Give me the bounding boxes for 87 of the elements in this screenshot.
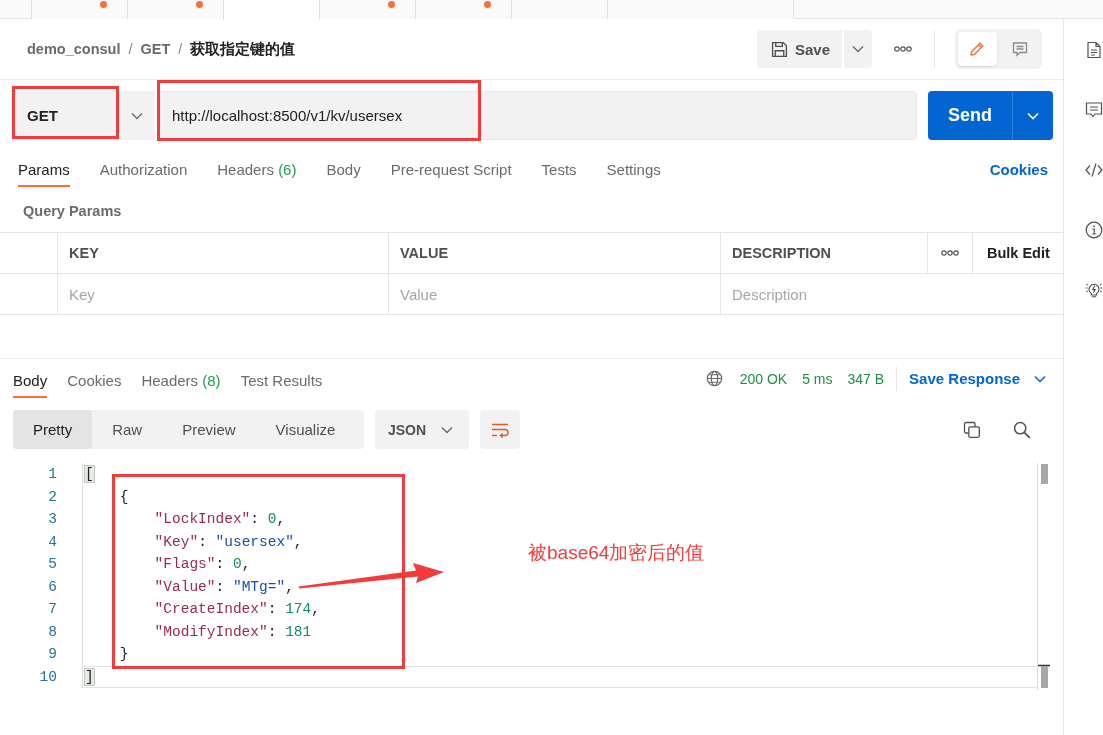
request-section-tab[interactable]: Tests xyxy=(541,161,577,187)
response-tab[interactable]: Body xyxy=(13,372,48,398)
info-icon[interactable] xyxy=(1085,221,1103,239)
request-tab[interactable] xyxy=(319,0,415,19)
save-response-button[interactable]: Save Response xyxy=(909,370,1046,387)
column-header: VALUE xyxy=(389,233,721,274)
send-button[interactable]: Send xyxy=(928,91,1012,140)
view-mode-tab[interactable]: Visualize xyxy=(255,410,356,449)
line-number: 9 xyxy=(0,643,83,666)
breadcrumb-separator: / xyxy=(128,41,133,57)
breadcrumb-item[interactable]: 获取指定键的值 xyxy=(190,39,296,59)
chevron-down-icon xyxy=(1027,111,1039,120)
code-line: "LockIndex": 0, xyxy=(154,510,286,529)
response-tab[interactable]: Cookies xyxy=(67,372,122,398)
line-number: 6 xyxy=(0,575,83,598)
url-field[interactable]: http://localhost:8500/v1/kv/usersex xyxy=(157,91,917,140)
line-number: 7 xyxy=(0,598,83,621)
cookies-link[interactable]: Cookies xyxy=(989,161,1048,187)
request-tab[interactable] xyxy=(31,0,127,19)
code-line: "Flags": 0, xyxy=(154,555,251,574)
chevron-down-icon xyxy=(441,425,453,434)
comment-icon xyxy=(1011,41,1028,57)
more-icon[interactable] xyxy=(894,46,912,52)
code-line: "CreateIndex": 174, xyxy=(154,600,320,619)
line-number: 4 xyxy=(0,530,83,553)
request-section-tab[interactable]: Body xyxy=(326,161,361,187)
line-number: 3 xyxy=(0,508,83,531)
chevron-down-icon xyxy=(852,45,864,53)
format-dropdown[interactable]: JSON xyxy=(375,410,469,449)
copy-icon[interactable] xyxy=(963,420,981,439)
line-number: 2 xyxy=(0,485,83,508)
column-header: KEY xyxy=(58,233,389,274)
pencil-icon xyxy=(969,41,986,57)
breadcrumb-separator: / xyxy=(178,41,183,57)
response-size: 347 B xyxy=(847,370,885,387)
value-field[interactable]: Value xyxy=(389,274,721,315)
code-icon[interactable] xyxy=(1085,161,1103,179)
chevron-down-icon xyxy=(131,111,143,120)
code-line: "Value": "MTg=", xyxy=(154,577,294,597)
line-number: 8 xyxy=(0,620,83,643)
status-dot-icon xyxy=(388,1,395,8)
globe-icon xyxy=(705,370,723,387)
comment-icon[interactable] xyxy=(1085,101,1103,119)
view-mode-tab[interactable]: Raw xyxy=(92,410,163,449)
request-section-tab[interactable]: Settings xyxy=(606,161,661,187)
section-title: Query Params xyxy=(23,203,122,219)
request-tab[interactable] xyxy=(415,0,511,19)
method-select[interactable]: GET xyxy=(12,91,155,140)
breadcrumb-item[interactable]: demo_consul xyxy=(27,41,121,57)
view-mode-tab[interactable]: Pretty xyxy=(13,410,93,449)
request-section-tab[interactable]: Headers (6) xyxy=(217,161,297,187)
bulk-edit-button[interactable]: Bulk Edit xyxy=(987,245,1050,261)
column-header: DESCRIPTION xyxy=(721,233,928,274)
code-line: { xyxy=(119,487,129,507)
request-section-tab[interactable]: Params xyxy=(18,161,70,187)
status-code: 200 OK xyxy=(739,370,788,387)
breadcrumb-item[interactable]: GET xyxy=(140,41,171,57)
request-section-tab[interactable]: Authorization xyxy=(99,161,188,187)
line-number: 5 xyxy=(0,553,83,576)
code-line: } xyxy=(119,645,129,664)
response-tab[interactable]: Test Results xyxy=(240,372,323,398)
status-dot-icon xyxy=(484,1,491,8)
scrollbar[interactable] xyxy=(1037,463,1050,690)
response-tab[interactable]: Headers (8) xyxy=(141,372,221,398)
key-field[interactable]: Key xyxy=(58,274,389,315)
table-cell xyxy=(0,274,58,315)
status-dot-icon xyxy=(196,1,203,8)
view-mode-tab[interactable]: Preview xyxy=(162,410,256,449)
request-section-tab[interactable]: Pre-request Script xyxy=(390,161,512,187)
request-tab[interactable] xyxy=(127,0,223,19)
document-icon[interactable] xyxy=(1085,41,1103,59)
floppy-disk-icon xyxy=(771,40,788,58)
response-time: 5 ms xyxy=(802,370,833,387)
search-icon[interactable] xyxy=(1013,420,1031,439)
lightbulb-icon[interactable] xyxy=(1085,281,1103,299)
annotation-note: 被base64加密后的值 xyxy=(528,541,705,565)
save-button[interactable]: Save xyxy=(757,30,842,68)
more-icon[interactable] xyxy=(941,250,959,256)
wrap-lines-button[interactable] xyxy=(480,410,520,449)
line-number: 10 xyxy=(0,665,83,688)
edit-mode-button[interactable] xyxy=(958,32,997,66)
status-dot-icon xyxy=(100,1,107,8)
line-number: 1 xyxy=(0,463,83,486)
chevron-down-icon xyxy=(1034,374,1046,383)
code-line: "ModifyIndex": 181 xyxy=(154,622,312,642)
description-field[interactable]: Description xyxy=(721,274,1063,315)
code-line: "Key": "usersex", xyxy=(154,532,303,552)
